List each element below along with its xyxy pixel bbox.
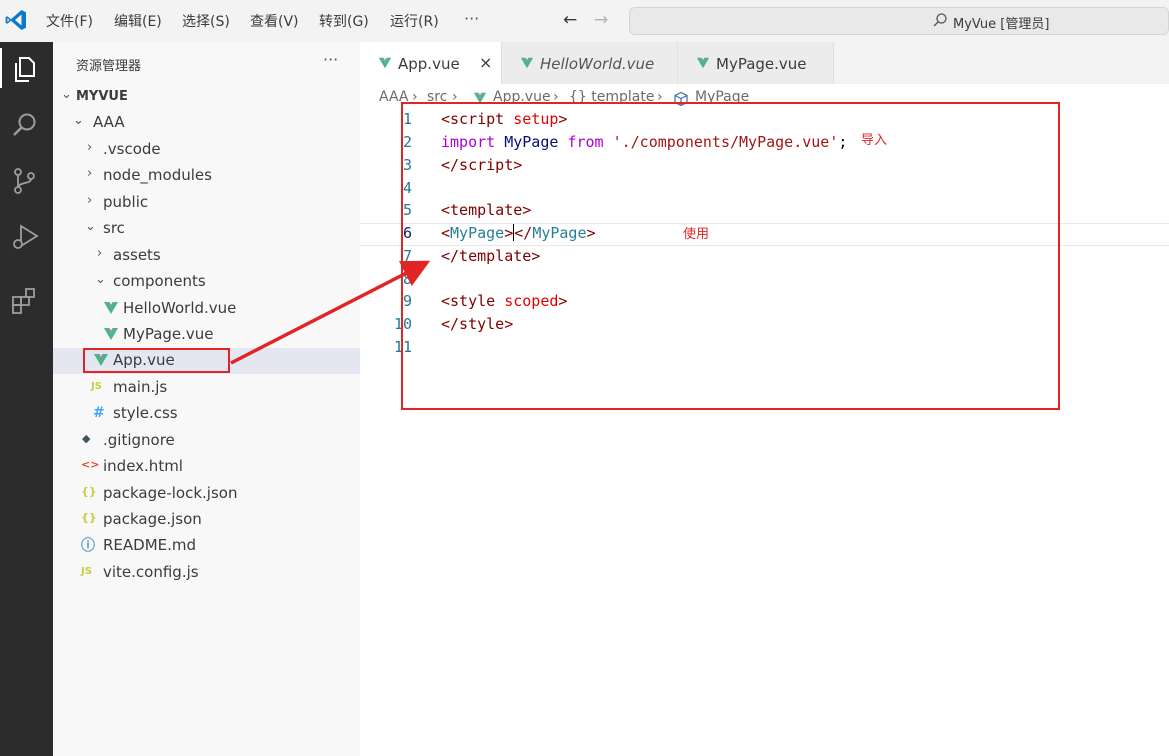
tree-item-node-modules[interactable]: › node_modules — [53, 163, 360, 189]
tree-item-gitignore[interactable]: ◆ .gitignore — [53, 428, 360, 454]
tree-item-label: components — [113, 272, 206, 290]
tree-item-myvue[interactable]: ⌄ MYVUE — [53, 84, 360, 110]
chevron-right-icon: › — [87, 140, 93, 155]
tab-helloworld-vue[interactable]: HelloWorld.vue — [502, 42, 678, 84]
menu-go[interactable]: 转到(G) — [319, 11, 369, 31]
command-center[interactable]: MyVue [管理员] — [629, 7, 1169, 35]
activity-bar — [0, 42, 53, 756]
extensions-icon — [12, 288, 35, 314]
vscode-logo-icon[interactable] — [4, 8, 28, 32]
import-annotation: 导入 — [861, 133, 888, 148]
tree-item-vscode[interactable]: › .vscode — [53, 137, 360, 163]
tree-item-style-css[interactable]: # style.css — [53, 401, 360, 427]
activity-source-control[interactable] — [0, 156, 53, 204]
explorer-more-icon[interactable]: ··· — [323, 50, 338, 69]
editor-tabs: App.vue × HelloWorld.vue MyPage.vue — [360, 42, 1169, 84]
forward-arrow-icon[interactable]: → — [594, 10, 608, 30]
tree-item-label: HelloWorld.vue — [123, 299, 237, 317]
chevron-right-icon: › — [87, 166, 93, 181]
tab-label: App.vue — [398, 55, 460, 73]
back-arrow-icon[interactable]: ← — [563, 10, 577, 30]
tree-item-label: src — [103, 219, 125, 237]
run-debug-icon — [13, 224, 39, 249]
tree-item-label: MyPage.vue — [123, 325, 214, 343]
close-icon[interactable]: × — [479, 53, 492, 72]
tab-app-vue[interactable]: App.vue × — [360, 42, 502, 84]
tree-item-label: public — [103, 193, 149, 211]
explorer-icon — [15, 57, 35, 82]
menu-edit[interactable]: 编辑(E) — [114, 11, 162, 31]
tree-item-label: MYVUE — [76, 89, 128, 104]
tree-item-label: index.html — [103, 457, 183, 475]
tree-item-assets[interactable]: › assets — [53, 243, 360, 269]
activity-run-debug[interactable] — [0, 212, 53, 260]
javascript-file-icon: JS — [91, 381, 102, 392]
chevron-down-icon: ⌄ — [73, 113, 84, 128]
search-icon — [933, 13, 947, 27]
tree-item-vite-config-js[interactable]: JS vite.config.js — [53, 560, 360, 586]
vue-file-icon — [696, 57, 710, 69]
menu-file[interactable]: 文件(F) — [46, 11, 93, 31]
tree-item-label: main.js — [113, 378, 168, 396]
menu-view[interactable]: 查看(V) — [250, 11, 299, 31]
tree-item-main-js[interactable]: JS main.js — [53, 375, 360, 401]
tree-item-readme-md[interactable]: ⓘ README.md — [53, 533, 360, 559]
tree-item-label: .gitignore — [103, 431, 175, 449]
tree-item-package-lock-json[interactable]: {} package-lock.json — [53, 481, 360, 507]
tree-item-label: package-lock.json — [103, 484, 238, 502]
tree-item-label: AAA — [93, 113, 125, 131]
tree-item-label: node_modules — [103, 166, 212, 184]
vue-file-icon — [378, 57, 392, 69]
chevron-right-icon: › — [87, 193, 93, 208]
tree-item-label: README.md — [103, 536, 197, 554]
search-icon — [13, 113, 36, 136]
tab-label: MyPage.vue — [716, 55, 807, 73]
explorer-title: 资源管理器 — [76, 59, 142, 74]
css-file-icon: # — [93, 405, 105, 421]
json-file-icon: {} — [81, 511, 97, 524]
file-highlight-box — [83, 348, 230, 373]
explorer-sidebar: 资源管理器 ··· ⌄ MYVUE ⌄ AAA › .vscode › node… — [53, 42, 360, 756]
title-bar: 文件(F) 编辑(E) 选择(S) 查看(V) 转到(G) 运行(R) ··· … — [0, 0, 1169, 42]
tree-item-index-html[interactable]: <> index.html — [53, 454, 360, 480]
tree-item-label: style.css — [113, 404, 178, 422]
chevron-right-icon: › — [97, 246, 103, 261]
tree-item-label: vite.config.js — [103, 563, 199, 581]
chevron-down-icon: ⌄ — [61, 87, 72, 102]
vue-file-icon — [520, 57, 534, 69]
tree-item-components[interactable]: ⌄ components — [53, 269, 360, 295]
chevron-down-icon: ⌄ — [85, 219, 96, 234]
tree-item-src[interactable]: ⌄ src — [53, 216, 360, 242]
chevron-down-icon: ⌄ — [95, 272, 106, 287]
activity-explorer[interactable] — [0, 44, 53, 92]
activity-search[interactable] — [0, 100, 53, 148]
tree-item-aaa[interactable]: ⌄ AAA — [53, 110, 360, 136]
tree-item-label: package.json — [103, 510, 202, 528]
code-highlight-box — [401, 102, 1060, 410]
activity-extensions[interactable] — [0, 276, 53, 324]
tab-mypage-vue[interactable]: MyPage.vue — [678, 42, 834, 84]
tree-item-package-json[interactable]: {} package.json — [53, 507, 360, 533]
info-file-icon: ⓘ — [81, 538, 95, 554]
tab-label: HelloWorld.vue — [540, 55, 655, 73]
menu-run[interactable]: 运行(R) — [390, 11, 439, 31]
source-control-icon — [14, 168, 35, 194]
tree-item-public[interactable]: › public — [53, 190, 360, 216]
json-file-icon: {} — [81, 485, 97, 498]
vue-file-icon — [104, 302, 118, 314]
vue-file-icon — [104, 328, 118, 340]
use-annotation: 使用 — [683, 227, 710, 242]
tree-item-label: assets — [113, 246, 161, 264]
command-center-title: MyVue [管理员] — [953, 17, 1050, 32]
javascript-file-icon: JS — [81, 566, 92, 577]
menu-selection[interactable]: 选择(S) — [182, 11, 230, 31]
tree-item-label: .vscode — [103, 140, 161, 158]
git-file-icon: ◆ — [82, 432, 91, 445]
tree-item-helloworld-vue[interactable]: HelloWorld.vue — [53, 296, 360, 322]
menu-more-icon[interactable]: ··· — [464, 9, 479, 28]
tree-item-mypage-vue[interactable]: MyPage.vue — [53, 322, 360, 348]
html-file-icon: <> — [81, 458, 100, 471]
